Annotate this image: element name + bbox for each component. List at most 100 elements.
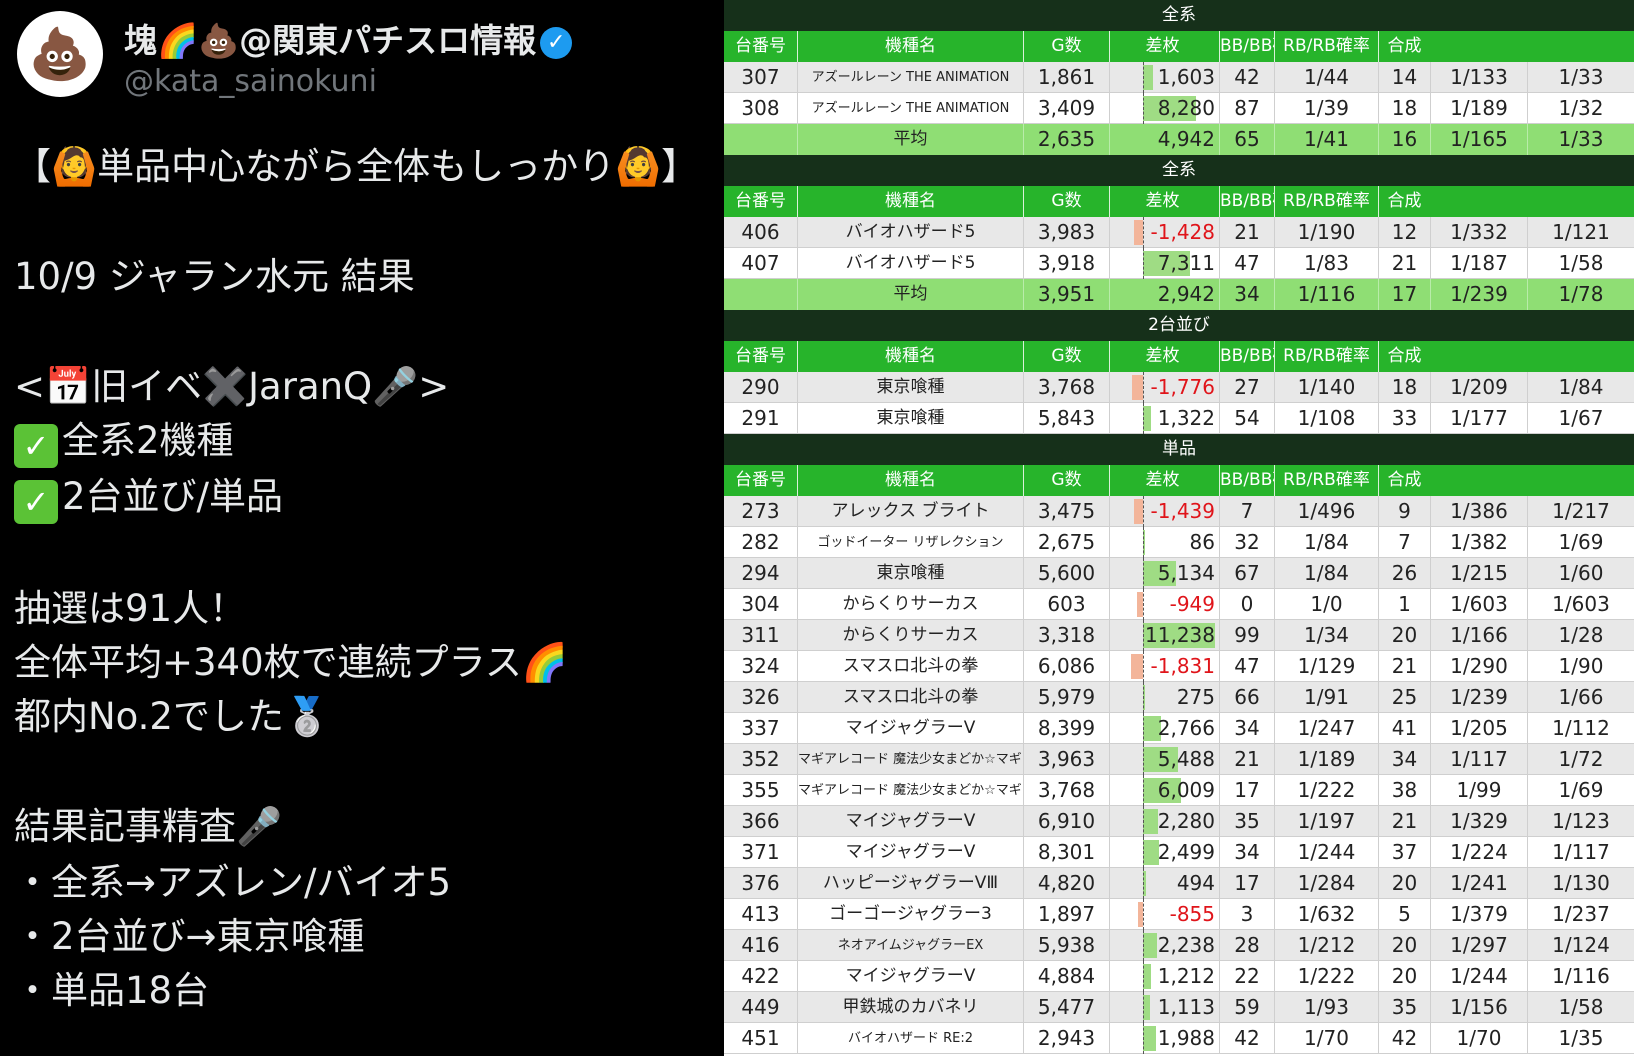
cell-col-4: 21	[1219, 744, 1274, 775]
user-handle[interactable]: @kata_sainokuni	[124, 64, 377, 99]
cell-col-0: 324	[741, 654, 780, 678]
diff-cell: 1,113	[1109, 992, 1219, 1023]
avatar[interactable]: 💩	[17, 11, 103, 97]
column-header: RB/RB確率	[1274, 31, 1378, 62]
cell-col-7: 1/244	[1430, 961, 1527, 992]
cell-col-4: 66	[1219, 682, 1274, 713]
table-row[interactable]: 407 バイオハザード5 3,918 7,311 47 1/83 21 1/187 1/58	[724, 248, 1634, 279]
diff-cell: 1,603	[1109, 62, 1219, 93]
cell-col-6: 18	[1378, 93, 1430, 124]
zero-axis	[1143, 868, 1144, 899]
table-row[interactable]: 294 東京喰種 5,600 5,134 67 1/84 26 1/215 1/60	[724, 558, 1634, 589]
cell-col-0: 311	[741, 623, 780, 647]
cell-col-8: 1/35	[1527, 1023, 1634, 1054]
cell-col-7: 1/332	[1430, 217, 1527, 248]
cell-col-1: バイオハザード5	[797, 217, 1023, 248]
cell-col-6: 35	[1378, 992, 1430, 1023]
cell-col-2: 5,938	[1023, 930, 1109, 961]
cell-col-6: 20	[1378, 930, 1430, 961]
cell-col-1: 平均	[797, 279, 1023, 310]
table-row[interactable]: 304 からくりサーカス 603 -949 0 1/0 1 1/603 1/603	[724, 589, 1634, 620]
table-row[interactable]: 413 ゴーゴージャグラー3 1,897 -855 3 1/632 5 1/379 1/237	[724, 899, 1634, 930]
tweet-line-event: <📅旧イベ✖️JaranQ🎤>	[14, 365, 450, 408]
cell-col-8: 1/58	[1527, 992, 1634, 1023]
table-row[interactable]: 308 アズールレーン THE ANIMATION 3,409 8,280 87 1/39…	[724, 93, 1634, 124]
positive-bar	[1143, 840, 1159, 865]
column-header: 台番号	[735, 346, 786, 366]
zero-axis	[1143, 589, 1144, 620]
cell-col-4: 54	[1219, 403, 1274, 434]
cell-col-0: 413	[741, 902, 780, 926]
cell-col-2: 3,768	[1023, 775, 1109, 806]
zero-axis	[1143, 930, 1144, 961]
cell-col-8: 1/72	[1527, 744, 1634, 775]
table-row[interactable]: 324 スマスロ北斗の拳 6,086 -1,831 47 1/129 21 1/290 1/90	[724, 651, 1634, 682]
table-row[interactable]: 449 甲鉄城のカバネリ 5,477 1,113 59 1/93 35 1/156 1/58	[724, 992, 1634, 1023]
cell-col-4: 34	[1219, 713, 1274, 744]
cell-col-4: 3	[1219, 899, 1274, 930]
column-header: 機種名	[797, 465, 1023, 496]
table-row[interactable]: 406 バイオハザード5 3,983 -1,428 21 1/190 12 1/332 1/12…	[724, 217, 1634, 248]
cell-col-6: 20	[1378, 868, 1430, 899]
cell-col-7: 1/156	[1430, 992, 1527, 1023]
cell-col-0: 291	[741, 406, 780, 430]
table-row[interactable]: 422 マイジャグラーV 4,884 1,212 22 1/222 20 1/244 1/116	[724, 961, 1634, 992]
cell-col-5: 1/247	[1274, 713, 1378, 744]
cell-col-4: 42	[1219, 62, 1274, 93]
table-row[interactable]: 273 アレックス ブライト 3,475 -1,439 7 1/496 9 1/386 1/21…	[724, 496, 1634, 527]
negative-bar	[1134, 499, 1143, 524]
table-row[interactable]: 376 ハッピージャグラーVⅢ 4,820 494 17 1/284 20 1/241 1/13…	[724, 868, 1634, 899]
negative-bar	[1131, 654, 1143, 679]
table-row[interactable]: 352 マギアレコード 魔法少女まどか☆マギカ外伝3,963 5,488211/18…	[724, 744, 1634, 775]
display-name[interactable]: 塊🌈💩@関東パチスロ情報 ✓	[124, 14, 573, 62]
cell-col-1: 東京喰種	[797, 372, 1023, 403]
cell-col-0: 307	[741, 65, 780, 89]
cell-col-4: 0	[1219, 589, 1274, 620]
cell-col-5: 1/212	[1274, 930, 1378, 961]
cell-col-6: 34	[1378, 744, 1430, 775]
table-row[interactable]: 311 からくりサーカス 3,318 11,238 99 1/34 20 1/166 1/28	[724, 620, 1634, 651]
table-row[interactable]: 326 スマスロ北斗の拳 5,979 275 66 1/91 25 1/239 1/66	[724, 682, 1634, 713]
table-row[interactable]: 451 バイオハザード RE:2 2,943 1,988 42 1/70 42 1/70 1/3…	[724, 1023, 1634, 1054]
diff-cell: 2,238	[1109, 930, 1219, 961]
cell-col-8: 1/69	[1527, 527, 1634, 558]
cell-col-8: 1/67	[1527, 403, 1634, 434]
zero-axis	[1143, 1023, 1144, 1054]
cell-col-2: 6,910	[1023, 806, 1109, 837]
tweet-line-lottery: 抽選は91人！	[14, 587, 247, 630]
table-row[interactable]: 307 アズールレーン THE ANIMATION 1,861 1,603 42 1/44…	[724, 62, 1634, 93]
cell-col-6: 21	[1378, 248, 1430, 279]
table-row[interactable]: 282 ゴッドイーター リザレクション 2,675 86 32 1/84 7 1/382 1/6…	[724, 527, 1634, 558]
cell-col-4: 34	[1219, 279, 1274, 310]
table-row[interactable]: 290 東京喰種 3,768 -1,776 27 1/140 18 1/209 1/84	[724, 372, 1634, 403]
zero-axis	[1143, 992, 1144, 1023]
cell-col-3: 4,942	[1109, 124, 1219, 155]
zero-axis	[1143, 899, 1144, 930]
cell-col-0: 290	[741, 375, 780, 399]
cell-col-4: 47	[1219, 651, 1274, 682]
column-header: 合成	[1378, 341, 1430, 372]
cell-col-8: 1/28	[1527, 620, 1634, 651]
cell-col-2: 2,675	[1023, 527, 1109, 558]
table-row[interactable]: 366 マイジャグラーV 6,910 2,280 35 1/197 21 1/329 1/123	[724, 806, 1634, 837]
diff-cell: -855	[1109, 899, 1219, 930]
table-row[interactable]: 355 マギアレコード 魔法少女まどか☆マギカ外伝3,768 6,009171/22…	[724, 775, 1634, 806]
zero-axis	[1143, 961, 1144, 992]
cell-col-7: 1/166	[1430, 620, 1527, 651]
cell-col-1: アレックス ブライト	[797, 496, 1023, 527]
table-row[interactable]: 337 マイジャグラーV 8,399 2,766 34 1/247 41 1/205 1/112	[724, 713, 1634, 744]
positive-bar	[1143, 964, 1151, 989]
cell-col-0: 407	[741, 251, 780, 275]
tweet-line-check-2: ✓ 2台並び/単品	[14, 466, 283, 524]
cell-col-7: 1/603	[1430, 589, 1527, 620]
cell-col-7: 1/386	[1430, 496, 1527, 527]
cell-col-1: スマスロ北斗の拳	[797, 682, 1023, 713]
cell-col-2: 2,635	[1023, 124, 1109, 155]
cell-col-2: 3,475	[1023, 496, 1109, 527]
table-row[interactable]: 371 マイジャグラーV 8,301 2,499 34 1/244 37 1/224 1/117	[724, 837, 1634, 868]
cell-col-6: 25	[1378, 682, 1430, 713]
table-header-row: 台番号機種名G数差枚BB/BB確率RB/RB確率合成	[724, 31, 1634, 62]
table-row[interactable]: 416 ネオアイムジャグラーEX 5,938 2,238 28 1/212 20 1/297 1…	[724, 930, 1634, 961]
cell-col-1: バイオハザード5	[797, 248, 1023, 279]
table-row[interactable]: 291 東京喰種 5,843 1,322 54 1/108 33 1/177 1/67	[724, 403, 1634, 434]
